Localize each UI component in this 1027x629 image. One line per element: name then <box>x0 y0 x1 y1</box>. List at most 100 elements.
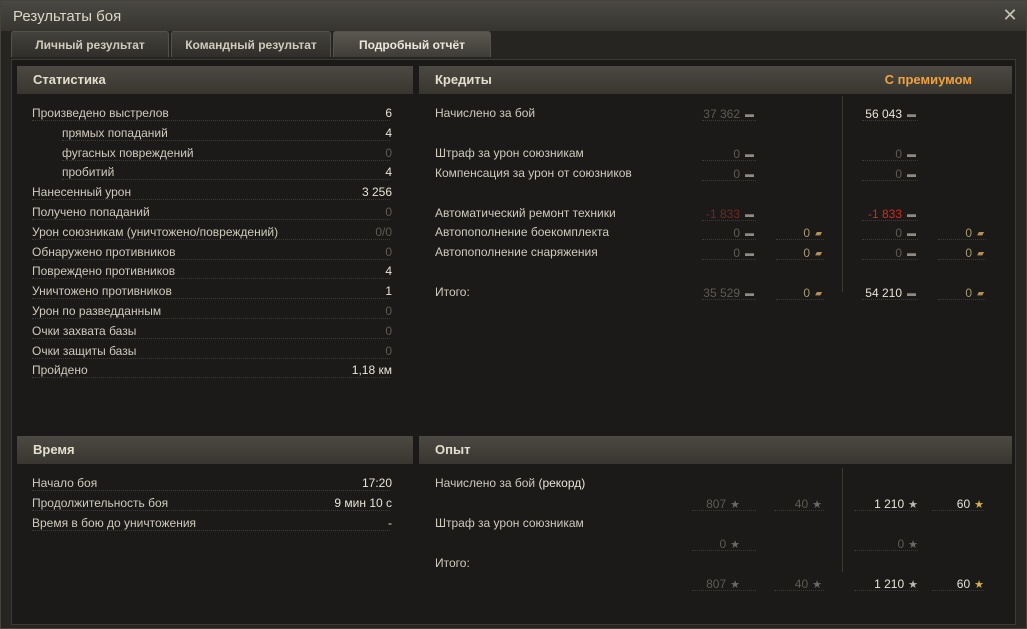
stat-value: 3 256 <box>361 185 392 200</box>
xp-star-icon: ★ <box>908 539 918 551</box>
credit-value-prem-credits: -1 833 ▬ <box>867 207 916 221</box>
stat-label: Уничтожено противников <box>32 284 172 299</box>
credit-coin-icon: ▬ <box>907 109 916 119</box>
stat-row: Очки захвата базы 0 <box>32 322 392 340</box>
xp-star-icon: ★ <box>730 499 740 511</box>
credit-label: Автопополнение боекомплекта <box>435 225 609 239</box>
exp-title: Опыт <box>435 442 471 457</box>
gold-coin-icon: ▰ <box>977 228 984 238</box>
exp-premium-divider <box>842 468 843 572</box>
stat-label: Урон союзникам (уничтожено/повреждений) <box>32 224 279 239</box>
gold-coin-icon: ▰ <box>815 228 822 238</box>
exp-penalty-prem-xp: 0 ★ <box>897 537 918 551</box>
close-icon[interactable]: ✕ <box>1001 6 1019 24</box>
stats-title: Статистика <box>33 72 106 87</box>
stat-value: 1 <box>385 284 392 299</box>
gold-coin-icon: ▰ <box>815 288 822 298</box>
stat-row: фугасных повреждений 0 <box>32 144 392 162</box>
stat-label: Обнаружено противников <box>32 244 176 259</box>
exp-total-free: 40 ★ <box>794 577 822 591</box>
exp-penalty-row: Штраф за урон союзникам <box>435 514 835 532</box>
credit-label: Начислено за бой <box>435 106 536 120</box>
stat-label: Пройдено <box>32 363 88 378</box>
credit-value-credits: 0 ▬ <box>733 226 754 240</box>
stat-row: Обнаружено противников 0 <box>32 243 392 261</box>
credit-coin-icon: ▬ <box>745 209 754 219</box>
tab-personal-result[interactable]: Личный результат <box>11 31 169 57</box>
stat-label: Произведено выстрелов <box>32 106 169 120</box>
credit-value-credits: 0 ▬ <box>733 167 754 181</box>
credit-value-credits: 0 ▬ <box>733 147 754 161</box>
tab-team-result[interactable]: Командный результат <box>171 31 331 57</box>
stat-label: прямых попаданий <box>62 125 168 140</box>
stat-value: 0 <box>385 343 392 358</box>
premium-divider <box>842 96 843 292</box>
stat-value: 6 <box>385 106 392 120</box>
exp-header: Опыт <box>419 436 1012 464</box>
gold-coin-icon: ▰ <box>815 248 822 258</box>
free-xp-star-icon: ★ <box>974 579 984 591</box>
time-row: Продолжительность боя 9 мин 10 с <box>32 494 392 512</box>
exp-total-prem-free: 60 ★ <box>956 577 984 591</box>
credit-value-prem-credits: 0 ▬ <box>895 147 916 161</box>
stat-label: Очки захвата базы <box>32 323 137 338</box>
title-bar: Результаты боя ✕ <box>1 1 1026 31</box>
stat-row: Очки защиты базы 0 <box>32 342 392 360</box>
exp-earned-label: Начислено за бой <box>435 476 536 490</box>
credit-value-gold: 0 ▰ <box>803 286 822 300</box>
stat-row: Нанесенный урон 3 256 <box>32 183 392 201</box>
stat-value: 0 <box>385 323 392 338</box>
stat-row: Уничтожено противников 1 <box>32 282 392 300</box>
credit-row: Начислено за бой <box>435 104 835 122</box>
credit-coin-icon: ▬ <box>907 169 916 179</box>
stat-label: Урон по разведданным <box>32 304 162 318</box>
xp-star-icon: ★ <box>730 579 740 591</box>
stats-header: Статистика <box>17 66 413 94</box>
free-xp-star-icon: ★ <box>974 499 984 511</box>
credits-header: Кредиты С премиумом <box>419 66 1012 94</box>
exp-earned-prem-free: 60 ★ <box>956 497 984 511</box>
premium-title: С премиумом <box>884 72 972 87</box>
free-xp-star-icon: ★ <box>812 499 822 511</box>
credit-coin-icon: ▬ <box>745 109 754 119</box>
credit-value-prem-credits: 54 210 ▬ <box>865 286 916 300</box>
time-row: Время в бою до уничтожения - <box>32 514 392 532</box>
exp-earned-free: 40 ★ <box>794 497 822 511</box>
credit-row: Автоматический ремонт техники <box>435 204 835 222</box>
stat-label: фугасных повреждений <box>62 145 194 160</box>
stat-row: Получено попаданий 0 <box>32 203 392 221</box>
credit-value-prem-credits: 0 ▬ <box>895 226 916 240</box>
exp-total-prem-xp: 1 210 ★ <box>874 577 918 591</box>
credit-value-credits: 37 362 ▬ <box>703 107 754 121</box>
exp-earned-prem-xp: 1 210 ★ <box>874 497 918 511</box>
tab-detailed-report[interactable]: Подробный отчёт <box>333 31 491 57</box>
credits-title: Кредиты <box>435 72 492 87</box>
credit-label: Автоматический ремонт техники <box>435 206 616 220</box>
credit-value-credits: 35 529 ▬ <box>703 286 754 300</box>
stat-row: Произведено выстрелов 6 <box>32 104 392 122</box>
free-xp-star-icon: ★ <box>812 579 822 591</box>
credit-coin-icon: ▬ <box>745 149 754 159</box>
credit-value-gold: 0 ▰ <box>803 246 822 260</box>
time-value: 9 мин 10 с <box>334 496 392 510</box>
stat-value: 0 <box>385 205 392 219</box>
credit-row: Штраф за урон союзникам <box>435 144 835 162</box>
stat-value: 0 <box>385 244 392 259</box>
credit-value-credits: -1 833 ▬ <box>705 207 754 221</box>
credit-value-prem-credits: 56 043 ▬ <box>865 107 916 121</box>
time-label: Продолжительность боя <box>32 496 169 510</box>
stat-value: 0 <box>385 145 392 160</box>
stat-label: пробитий <box>62 165 115 180</box>
credit-label: Автопополнение снаряжения <box>435 245 598 259</box>
credit-value-prem-gold: 0 ▰ <box>965 246 984 260</box>
credit-label: Штраф за урон союзникам <box>435 146 584 160</box>
gold-coin-icon: ▰ <box>977 288 984 298</box>
time-row: Начало боя 17:20 <box>32 474 392 492</box>
stat-row: Повреждено противников 4 <box>32 262 392 280</box>
credit-value-gold: 0 ▰ <box>803 226 822 240</box>
stat-value: 0 <box>385 304 392 318</box>
exp-earned-xp: 807 ★ <box>706 497 740 511</box>
stat-row: пробитий 4 <box>32 163 392 181</box>
time-value: 17:20 <box>361 476 392 490</box>
credit-value-credits: 0 ▬ <box>733 246 754 260</box>
